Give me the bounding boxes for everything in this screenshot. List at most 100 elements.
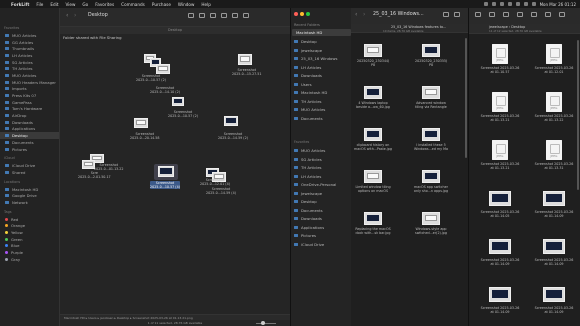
sidebar-item[interactable]: MUO Articles <box>294 107 325 112</box>
menu-app[interactable]: ForkLift <box>11 2 29 7</box>
file-label[interactable]: Screenshot 2025-0...10.57 (2) <box>136 74 166 82</box>
file-label[interactable]: Screenshot 2025-0...20.14.58 <box>130 132 160 140</box>
file-thumbnail[interactable] <box>224 116 238 126</box>
file-thumbnail[interactable] <box>422 128 440 141</box>
file-thumbnail[interactable] <box>364 86 382 99</box>
file-label-selected[interactable]: Screenshot 2025-0...10.57 (4) <box>150 181 180 189</box>
sidebar-item[interactable]: GamePass <box>0 99 59 106</box>
file-thumbnail[interactable] <box>489 287 511 302</box>
sidebar-item[interactable]: Downloads <box>0 119 59 126</box>
file-thumbnail[interactable] <box>422 170 440 183</box>
share-icon[interactable] <box>210 13 216 18</box>
sidebar-item[interactable]: Desktop <box>294 199 317 204</box>
file-label[interactable]: Screenshot 2025-03-26 at 01.10.57 <box>478 66 522 74</box>
menu-edit[interactable]: Edit <box>50 2 58 7</box>
action-icon[interactable] <box>232 13 238 18</box>
file-label[interactable]: Screenshot 2025-0...14.59 (2) <box>218 132 248 140</box>
file-label[interactable]: Screenshot 2025-03-26 at 01.12.01 <box>532 66 576 74</box>
sidebar-item[interactable]: GG Articles <box>0 39 59 46</box>
tag-icon[interactable] <box>221 13 227 18</box>
file-thumbnail[interactable] <box>422 44 440 57</box>
file-label[interactable]: Screenshot 2025-03-26 at 01.14.05 <box>478 210 522 218</box>
status-item-icon[interactable] <box>483 2 488 6</box>
file-label[interactable]: Screenshot 2025-0...14.10 (2) <box>150 86 180 94</box>
menu-commands[interactable]: Commands <box>121 2 145 7</box>
sidebar-item[interactable]: MUO Articles <box>294 148 325 153</box>
file-thumbnail[interactable] <box>543 239 565 254</box>
forward-icon[interactable]: › <box>74 12 76 19</box>
sidebar-item[interactable]: OneDrive-Personal <box>294 182 336 187</box>
file-label[interactable]: Scre 2025-0...2.01.50.17 <box>78 171 111 179</box>
jpeg-file-icon[interactable] <box>546 92 562 112</box>
file-label[interactable]: Screenshot 2025-03-26 at 01.14.09 <box>478 258 522 266</box>
scrollbar[interactable] <box>465 38 467 158</box>
file-thumbnail[interactable] <box>489 239 511 254</box>
sidebar-item[interactable]: TH Articles <box>294 165 322 170</box>
sidebar-item[interactable]: Macintosh HD <box>294 90 327 95</box>
menu-favorites[interactable]: Favorites <box>95 2 114 7</box>
jpeg-file-icon[interactable] <box>492 92 508 112</box>
menu-window[interactable]: Window <box>178 2 195 7</box>
jpeg-file-icon[interactable] <box>546 140 562 160</box>
back-icon[interactable]: ‹ <box>355 11 357 18</box>
close-button[interactable] <box>294 12 298 16</box>
sidebar-item[interactable]: LH Articles <box>294 174 321 179</box>
sidebar-item[interactable]: Documents <box>294 208 323 213</box>
jpeg-file-icon[interactable] <box>492 140 508 160</box>
sidebar-item[interactable]: Documents <box>294 116 323 121</box>
action-icon[interactable] <box>503 12 509 17</box>
sidebar-item[interactable]: Pictures <box>294 233 316 238</box>
search-icon[interactable] <box>523 2 528 6</box>
file-label[interactable]: Screenshot 2025-03-26 at 01.13.31 <box>532 162 576 170</box>
sidebar-item[interactable]: Applications <box>294 225 324 230</box>
sidebar-item[interactable]: Jewelscape <box>294 191 322 196</box>
file-label[interactable]: Limited window tiling options on macOS <box>348 185 398 193</box>
status-item-icon[interactable] <box>491 2 496 6</box>
sidebar-item[interactable]: LH Articles <box>294 65 321 70</box>
menu-file[interactable]: File <box>36 2 43 7</box>
sidebar-item[interactable]: jewelscape <box>294 48 322 53</box>
file-label[interactable]: Windows-style app switched...er(2).jpg <box>406 227 456 235</box>
file-label[interactable]: Screenshot 2025-03-26 at 01.13.21 <box>478 162 522 170</box>
file-thumbnail[interactable] <box>364 128 382 141</box>
menu-purchase[interactable]: Purchase <box>152 2 171 7</box>
file-label[interactable]: Screenshot 2025-03-26 at 01.14.09 <box>478 306 522 314</box>
file-label[interactable]: clipboard history on macOS with...Paste.j… <box>348 143 398 151</box>
sidebar-item[interactable]: SG Articles <box>0 59 59 66</box>
file-label[interactable]: Screenshot 2025-0...15.27.51 <box>232 68 262 76</box>
finder-tab[interactable]: jewelscape › Desktop 11 of 12 selected, … <box>469 24 580 34</box>
file-label[interactable]: 20250320_230355J P8 <box>406 59 456 67</box>
file-label[interactable]: Screenshot 2025-03-26 at 01.13.21 <box>478 114 522 122</box>
file-thumbnail[interactable] <box>489 191 511 206</box>
sidebar-item[interactable]: iCloud Drive <box>0 162 59 169</box>
tag-icon[interactable] <box>489 12 495 17</box>
sidebar-tag[interactable]: Purple <box>0 249 59 256</box>
jpeg-file-icon[interactable] <box>546 44 562 64</box>
sidebar-item[interactable]: AirDrop <box>0 112 59 119</box>
sidebar-item[interactable]: Macintosh HD <box>0 186 59 193</box>
sidebar-tag[interactable]: Blue <box>0 243 59 250</box>
file-label[interactable]: Screenshot 2025-0...01.13.22 <box>94 163 124 171</box>
location-selector[interactable]: Macintosh HD <box>292 29 351 36</box>
sidebar-item[interactable]: TH Articles <box>0 65 59 72</box>
file-label[interactable]: Screenshot 2025-03-26 at 01.14.09 <box>532 306 576 314</box>
sidebar-item[interactable]: SG Articles <box>294 157 322 162</box>
sidebar-item[interactable]: Google Drive <box>0 192 59 199</box>
sidebar-item[interactable]: Shared <box>0 169 59 176</box>
sidebar-item[interactable]: Users <box>294 82 312 87</box>
file-thumbnail[interactable] <box>422 212 440 225</box>
sidebar-item[interactable]: Downloads <box>294 216 322 221</box>
file-label[interactable]: Screenshot 2025-0...12.01 (4) <box>200 178 230 186</box>
menu-clock[interactable]: Mon Mar 26 01:12 <box>540 2 576 7</box>
jpeg-file-icon[interactable] <box>492 44 508 64</box>
file-thumbnail[interactable] <box>134 118 148 128</box>
file-label[interactable]: Screenshot 2025-0...14.59 (4) <box>206 187 236 195</box>
sidebar-item[interactable]: 25_03_16 Windows <box>294 56 337 61</box>
file-icon-view[interactable]: Folder shared with File Sharing Screensh… <box>60 34 290 314</box>
sidebar-item[interactable]: Network <box>0 199 59 206</box>
file-thumbnail[interactable] <box>543 191 565 206</box>
sidebar-tag[interactable]: Red <box>0 216 59 223</box>
file-thumbnail-selected[interactable] <box>158 166 174 177</box>
sidebar-item[interactable]: Applications <box>0 126 59 133</box>
sidebar-tag[interactable]: Green <box>0 236 59 243</box>
